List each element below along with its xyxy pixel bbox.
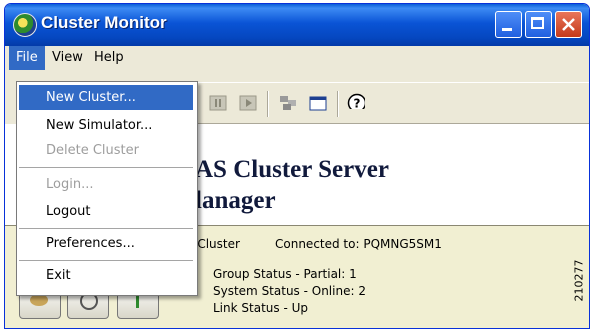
maximize-button[interactable] xyxy=(525,11,552,38)
menu-view[interactable]: View xyxy=(45,46,90,70)
system-status: System Status - Online: 2 xyxy=(213,284,366,298)
link-status: Link Status - Up xyxy=(213,301,308,315)
maximize-icon xyxy=(531,17,544,29)
menu-separator xyxy=(19,228,193,229)
menu-exit[interactable]: Exit xyxy=(19,263,193,288)
pause-icon[interactable] xyxy=(209,95,227,111)
menu-help[interactable]: Help xyxy=(87,46,131,70)
menu-login: Login... xyxy=(46,177,94,192)
link-icon xyxy=(136,294,139,308)
cluster-app-icon xyxy=(13,13,37,37)
file-menu-dropdown: New Cluster... New Simulator... Delete C… xyxy=(16,81,198,296)
window-icon[interactable] xyxy=(309,95,327,111)
play-icon[interactable] xyxy=(239,95,257,111)
toolbar-separator xyxy=(337,91,339,117)
close-button[interactable] xyxy=(555,11,582,38)
figure-id-text: 210277 xyxy=(572,259,586,302)
cluster-label: -Cluster xyxy=(193,237,240,251)
connection-status: Connected to: PQMNG5SM1 xyxy=(275,237,442,251)
menu-new-simulator[interactable]: New Simulator... xyxy=(19,113,193,138)
title-bar[interactable]: Cluster Monitor xyxy=(5,4,589,46)
product-title: AS Cluster Server xyxy=(195,156,389,183)
menu-file[interactable]: File xyxy=(9,46,45,70)
menu-separator xyxy=(19,260,193,261)
toolbar-separator xyxy=(267,91,269,117)
menu-bar: File View Help xyxy=(5,46,589,70)
group-status: Group Status - Partial: 1 xyxy=(213,267,357,281)
menu-new-cluster[interactable]: New Cluster... xyxy=(19,85,193,110)
svg-text:?: ? xyxy=(354,97,361,110)
minimize-button[interactable] xyxy=(495,11,522,38)
close-icon xyxy=(562,18,575,31)
help-icon[interactable]: ? xyxy=(347,93,365,109)
product-subtitle: lanager xyxy=(195,187,276,214)
figure-id: 210277 xyxy=(573,240,608,328)
toolbar: ? xyxy=(195,82,589,124)
menu-logout[interactable]: Logout xyxy=(19,199,193,224)
menu-separator xyxy=(19,167,193,168)
cluster-icon[interactable] xyxy=(279,95,297,111)
menu-preferences[interactable]: Preferences... xyxy=(19,231,193,256)
minimize-icon xyxy=(502,28,512,31)
menu-delete-cluster: Delete Cluster xyxy=(46,143,139,158)
window-title: Cluster Monitor xyxy=(41,13,167,32)
